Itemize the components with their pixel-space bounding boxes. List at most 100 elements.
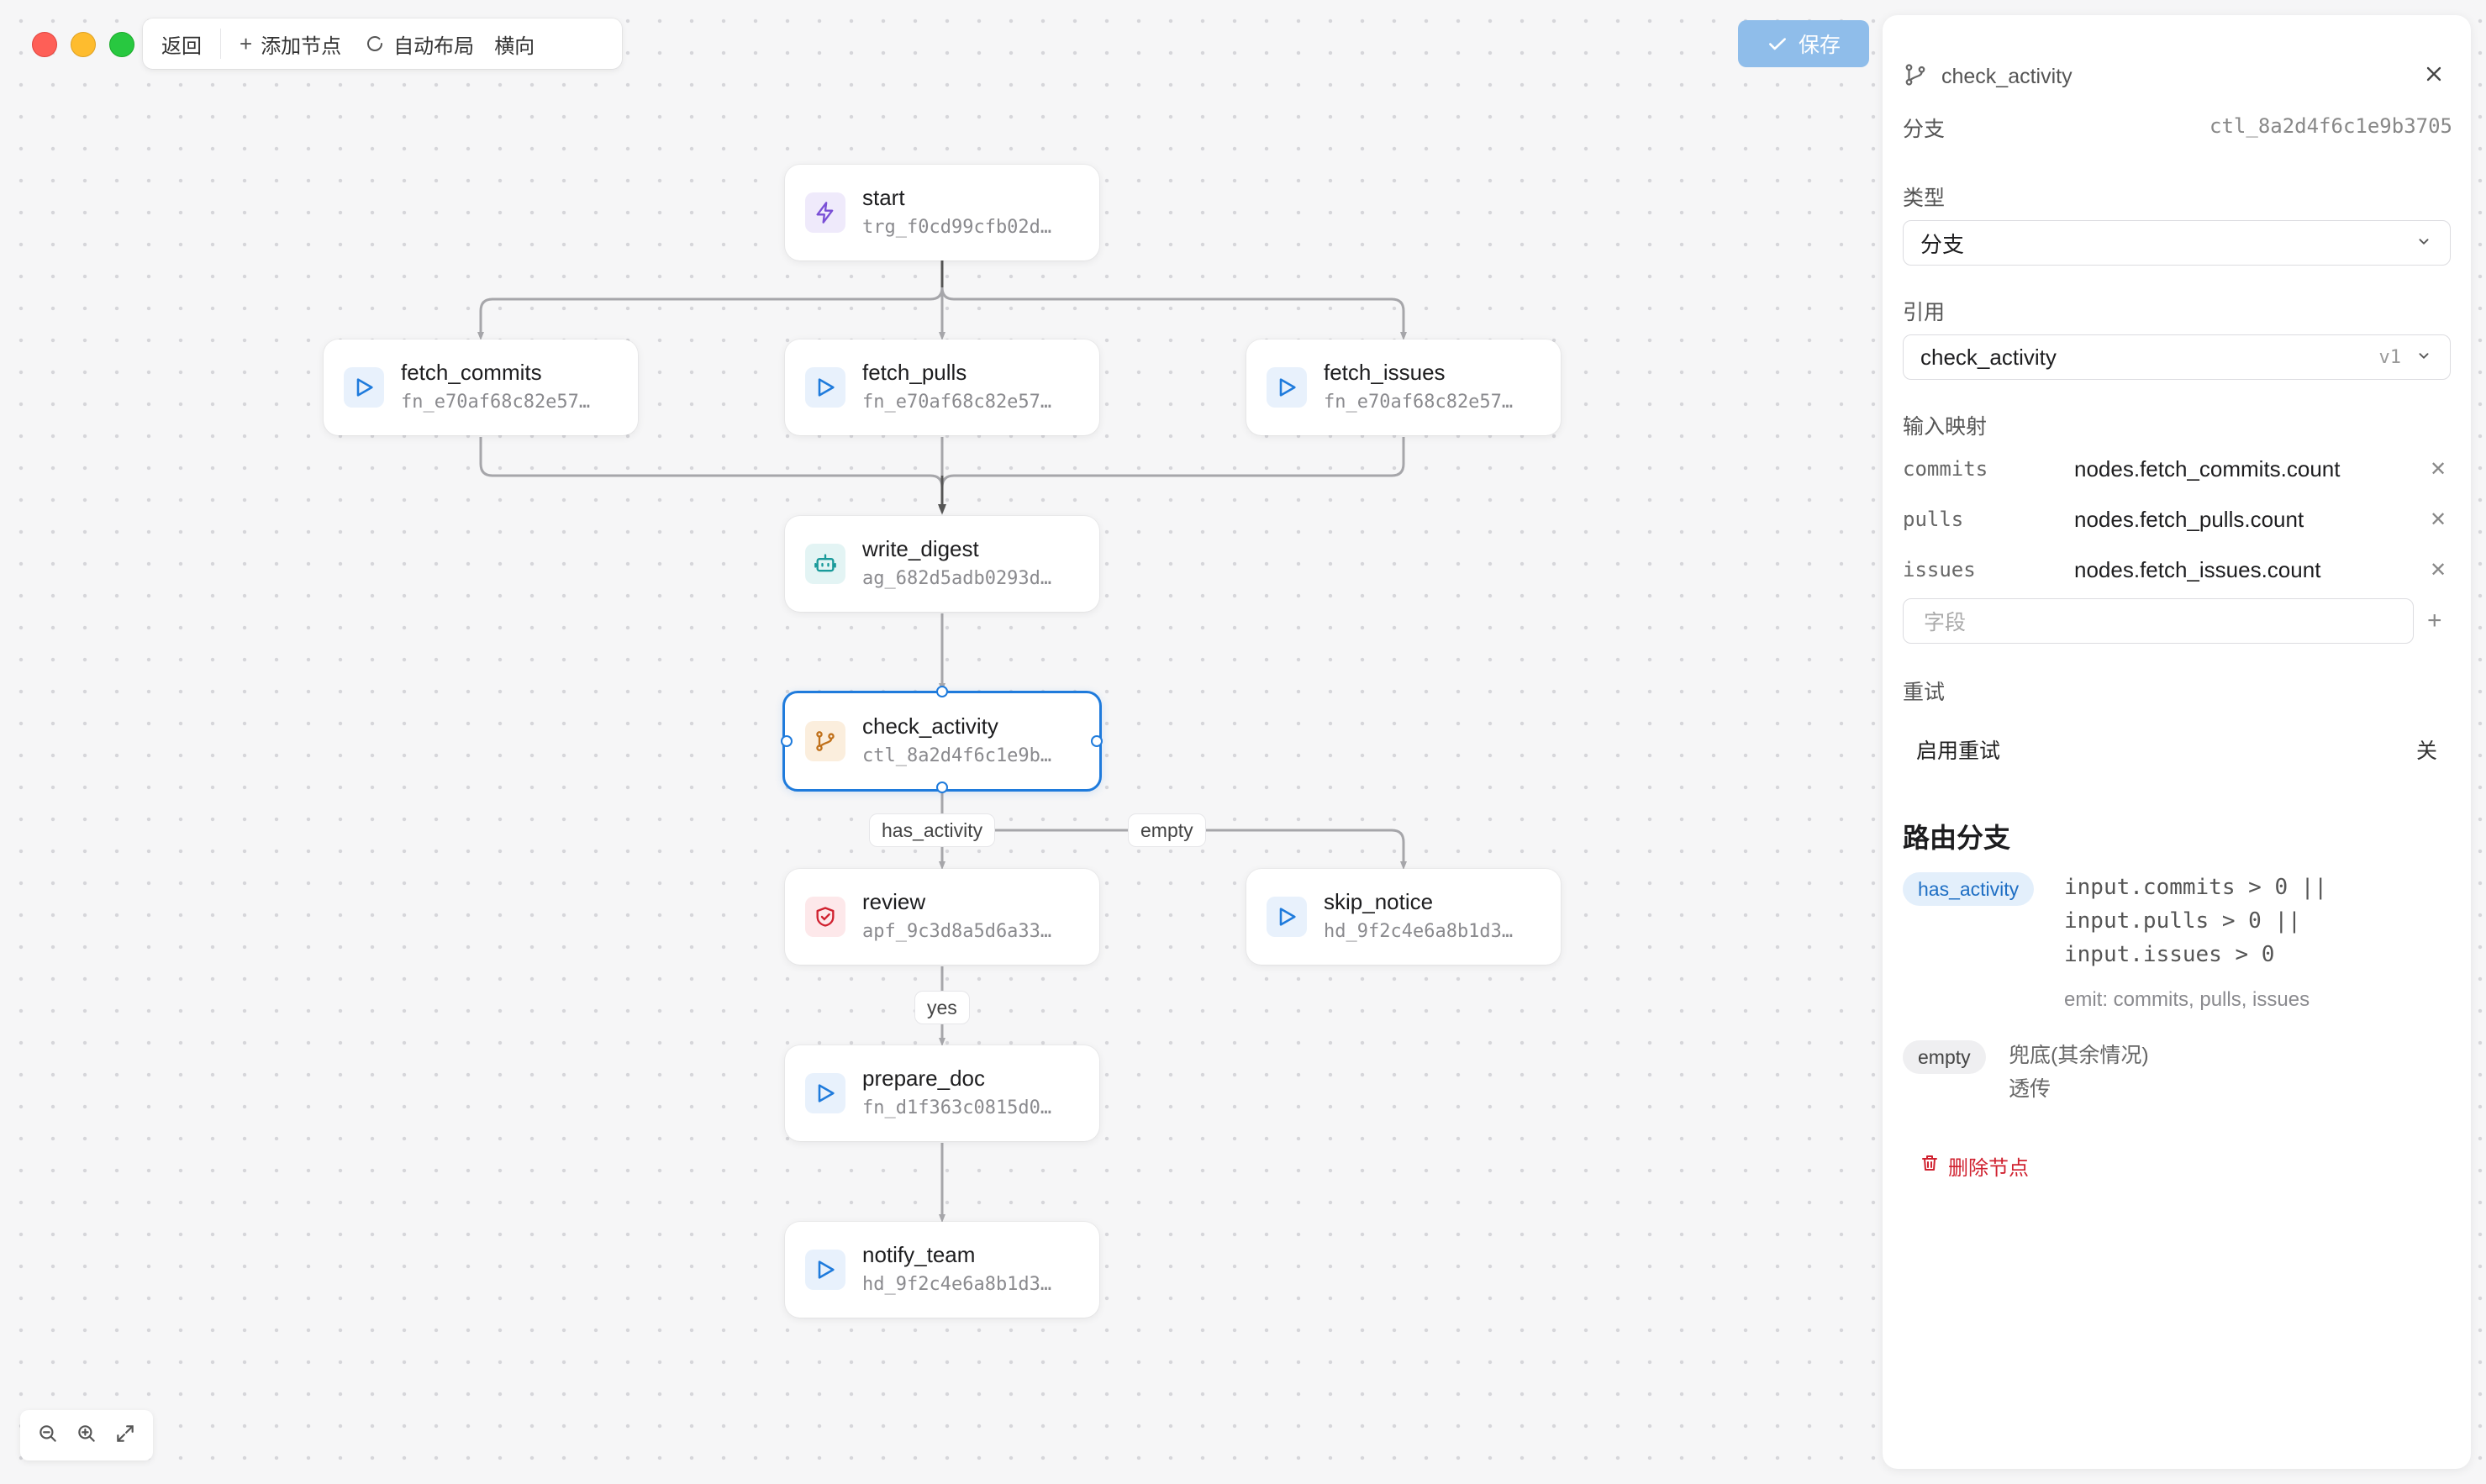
new-field-placeholder: 字段 [1924,611,1967,634]
ref-select[interactable]: check_activity v1 [1903,334,2451,380]
routes-title: 路由分支 [1903,823,2011,853]
zoom-out-icon[interactable] [37,1423,59,1449]
mapping-value[interactable]: nodes.fetch_commits.count [2074,456,2425,482]
play-icon [344,367,384,408]
edge-fetch-issues-write [940,437,1405,513]
mapping-value[interactable]: nodes.fetch_pulls.count [2074,507,2425,533]
fit-view-icon[interactable] [114,1423,136,1449]
retry-state[interactable]: 关 [2416,734,2451,765]
type-label: 类型 [1903,187,1946,210]
node-id: trg_f0cd99cfb02d… [862,217,1052,238]
mapping-row: pulls nodes.fetch_pulls.count ✕ [1903,503,2451,536]
branch-icon [1903,62,1928,92]
node-prepare-doc[interactable]: prepare_doc fn_d1f363c0815d0… [785,1045,1099,1141]
edge-start-fetch-issues [940,260,1407,340]
route-item[interactable]: has_activity [1903,872,2035,906]
play-icon [805,367,845,408]
mapping-key: issues [1903,558,1976,581]
node-title: write_digest [862,536,979,561]
mapping-key: commits [1903,457,1988,481]
node-notify-team[interactable]: notify_team hd_9f2c4e6a8b1d3… [785,1222,1099,1318]
input-map-label: 输入映射 [1903,415,1988,439]
node-title: check_activity [862,713,998,739]
node-title: prepare_doc [862,1066,985,1091]
route-condition: input.commits > 0 || input.pulls > 0 || … [2064,871,2327,971]
node-fetch-pulls[interactable]: fetch_pulls fn_e70af68c82e57… [785,339,1099,435]
handle-top[interactable] [936,686,948,697]
type-value: 分支 [1920,231,1965,257]
robot-icon [805,544,845,584]
edge-label-has-activity[interactable]: has_activity [869,813,996,847]
node-fetch-commits[interactable]: fetch_commits fn_e70af68c82e57… [324,339,638,435]
panel-node-name: check_activity [1941,65,2073,88]
node-title: skip_notice [1324,889,1434,914]
node-start[interactable]: start trg_f0cd99cfb02d… [785,165,1099,260]
chevron-down-icon [2415,345,2433,371]
play-icon [805,1073,845,1113]
node-title: fetch_issues [1324,360,1446,385]
node-write-digest[interactable]: write_digest ag_682d5adb0293d… [785,516,1099,612]
zoom-in-icon[interactable] [76,1423,97,1449]
lightning-icon [805,192,845,233]
node-fetch-issues[interactable]: fetch_issues fn_e70af68c82e57… [1246,339,1561,435]
mapping-row: commits nodes.fetch_commits.count ✕ [1903,452,2451,486]
node-id: hd_9f2c4e6a8b1d3… [1324,921,1514,942]
panel-node-kind: 分支 [1903,118,1946,141]
route-condition-line: input.pulls > 0 || [2064,908,2301,934]
ref-label: 引用 [1903,301,1946,324]
panel-header: check_activity [1903,62,2073,92]
play-icon [1267,367,1307,408]
route-condition-line: 透传 [2009,1077,2051,1101]
edge-label-yes[interactable]: yes [914,991,970,1024]
branch-icon [805,721,845,761]
node-id: fn_e70af68c82e57… [401,392,591,413]
node-id: ag_682d5adb0293d… [862,568,1052,589]
node-id: fn_d1f363c0815d0… [862,1097,1052,1118]
node-id: hd_9f2c4e6a8b1d3… [862,1274,1052,1295]
handle-bottom[interactable] [936,781,948,793]
node-id: fn_e70af68c82e57… [862,392,1052,413]
node-check-activity[interactable]: check_activity ctl_8a2d4f6c1e9b… [782,691,1102,792]
route-emit: emit: commits, pulls, issues [2064,988,2310,1011]
handle-right[interactable] [1091,735,1103,747]
new-field-input[interactable]: 字段 [1903,598,2414,644]
remove-mapping-icon[interactable]: ✕ [2425,508,2451,532]
close-icon[interactable] [2422,62,2446,90]
shield-check-icon [805,897,845,937]
add-mapping-icon[interactable]: + [2427,607,2442,635]
node-title: notify_team [862,1242,976,1267]
node-title: review [862,889,926,914]
route-condition: 兜底(其余情况) 透传 [2009,1039,2149,1106]
remove-mapping-icon[interactable]: ✕ [2425,558,2451,582]
node-title: fetch_pulls [862,360,967,385]
node-id: fn_e70af68c82e57… [1324,392,1514,413]
node-title: start [862,185,905,210]
route-name-pill: empty [1903,1040,1986,1074]
node-inspector-panel: check_activity 分支 ctl_8a2d4f6c1e9b3705 类… [1883,15,2471,1469]
node-id: ctl_8a2d4f6c1e9b… [862,745,1052,766]
route-item[interactable]: empty [1903,1040,1986,1074]
ref-value: check_activity [1920,344,2057,370]
type-select[interactable]: 分支 [1903,220,2451,266]
node-skip-notice[interactable]: skip_notice hd_9f2c4e6a8b1d3… [1246,869,1561,965]
handle-left[interactable] [781,735,793,747]
mapping-row: issues nodes.fetch_issues.count ✕ [1903,553,2451,587]
route-condition-line: input.commits > 0 || [2064,875,2328,900]
retry-toggle-row[interactable]: 启用重试 关 [1903,734,2451,765]
mapping-value[interactable]: nodes.fetch_issues.count [2074,557,2425,583]
play-icon [1267,897,1307,937]
node-review[interactable]: review apf_9c3d8a5d6a33… [785,869,1099,965]
node-id: apf_9c3d8a5d6a33… [862,921,1052,942]
edge-start-fetch-commits [477,260,944,340]
remove-mapping-icon[interactable]: ✕ [2425,457,2451,482]
trash-icon [1920,1153,1940,1179]
delete-node-button[interactable]: 删除节点 [1920,1151,2029,1181]
play-icon [805,1250,845,1290]
chevron-down-icon [2415,230,2433,256]
route-condition-line: input.issues > 0 [2064,942,2275,967]
delete-node-label: 删除节点 [1948,1157,2029,1180]
edge-fetch-commits-write [479,437,944,513]
zoom-controls [20,1410,153,1460]
edge-label-empty[interactable]: empty [1128,813,1206,847]
route-name-pill: has_activity [1903,872,2035,906]
